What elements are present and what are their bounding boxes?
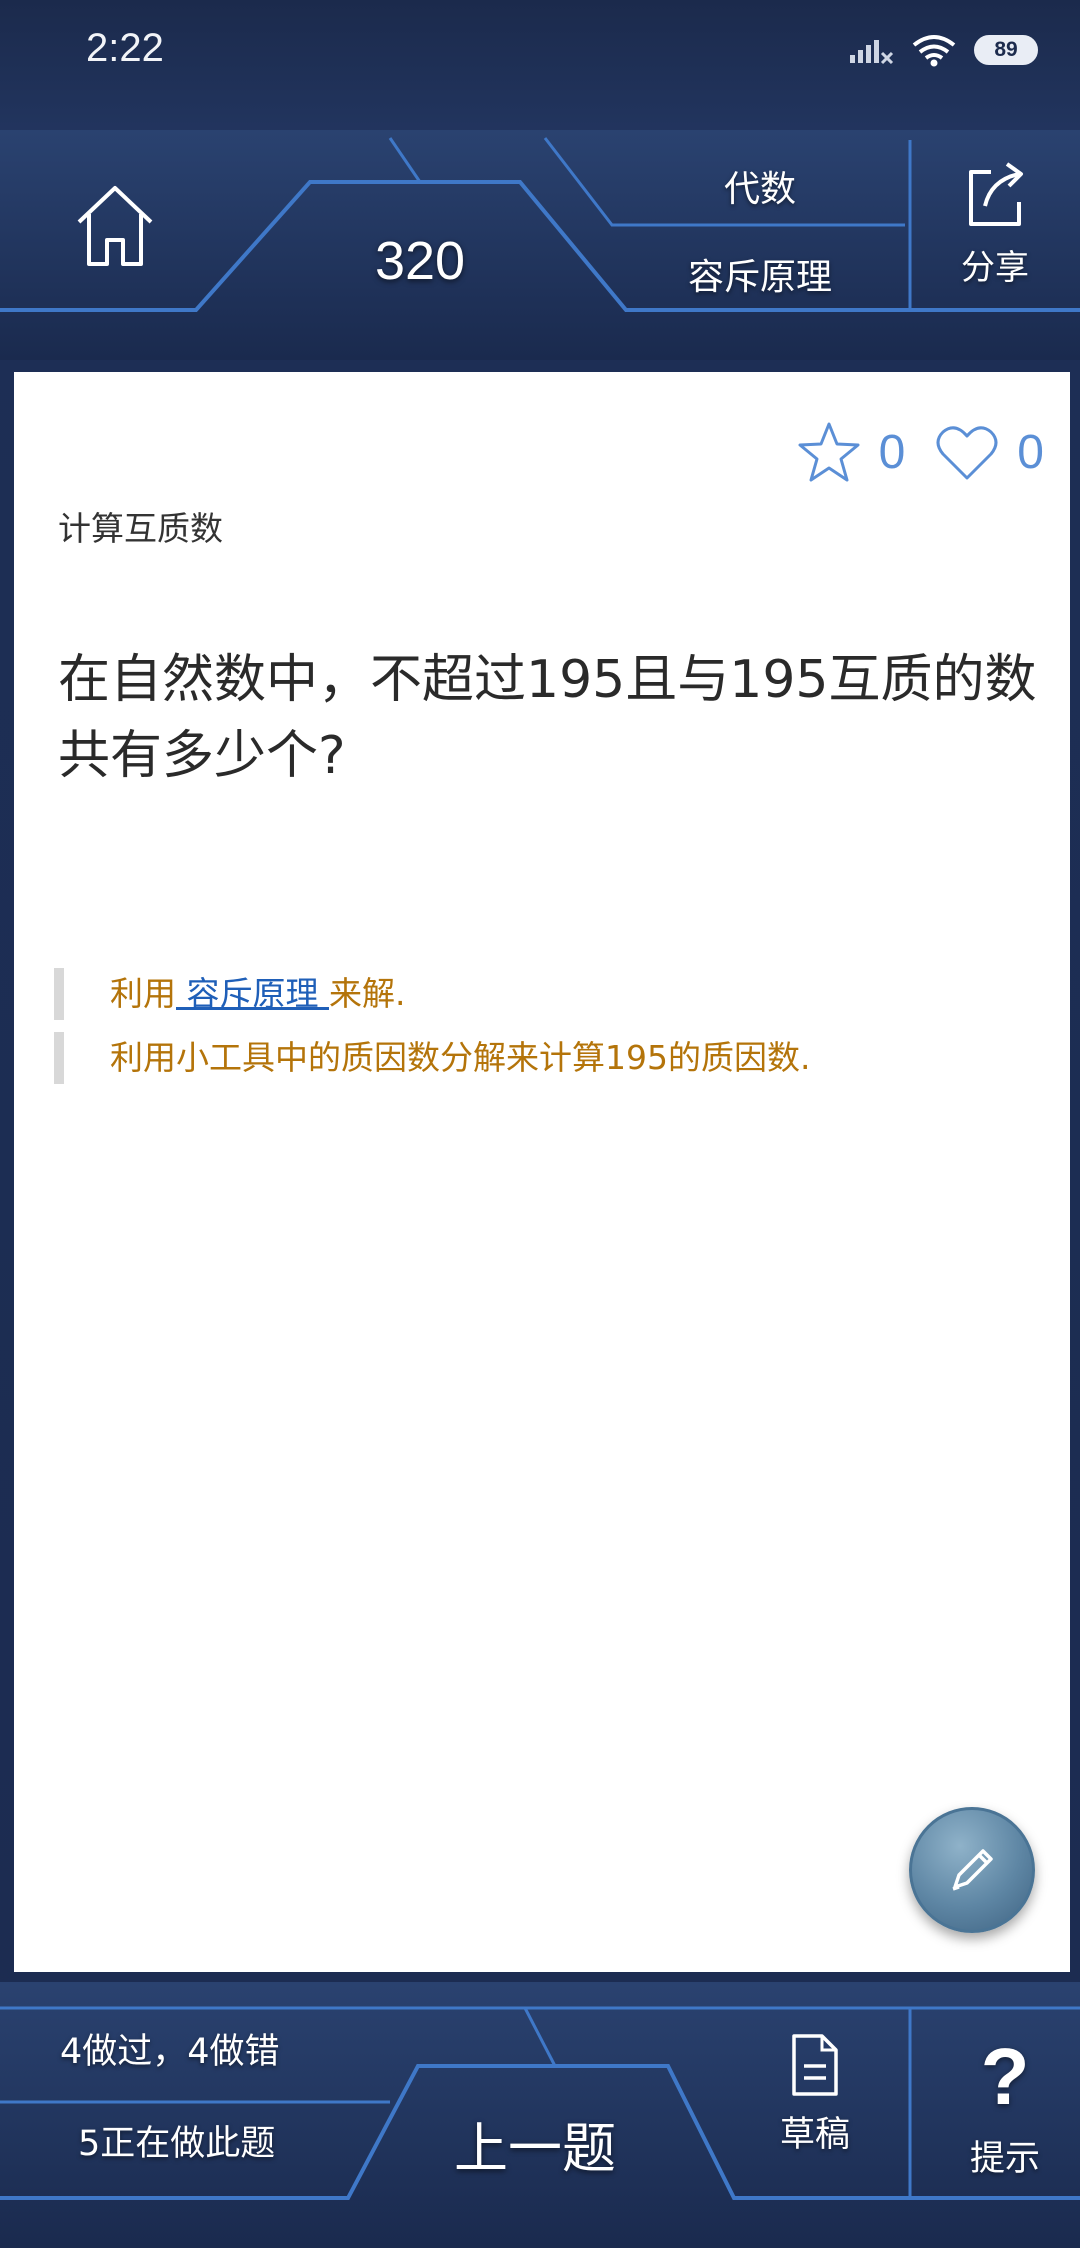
star-icon: [798, 422, 860, 482]
hint-button[interactable]: ? 提示: [935, 2032, 1075, 2192]
pencil-icon: [952, 1849, 993, 1891]
category-tag[interactable]: 代数: [620, 160, 900, 220]
favorite-counter[interactable]: 0: [797, 420, 906, 484]
edit-button[interactable]: [909, 1807, 1035, 1933]
document-icon: [792, 2034, 838, 2096]
question-mark-icon: ?: [980, 2032, 1030, 2121]
problem-card: 0 0 计算互质数 在自然数中，不超过195且与195互质的数共有多少个? 利用…: [14, 372, 1070, 1972]
hint-link-inclusion-exclusion[interactable]: 容斥原理: [176, 974, 329, 1013]
stat-active-count: 5正在做此题: [78, 2124, 276, 2164]
hint-item: 利用小工具中的质因数分解来计算195的质因数.: [54, 1032, 1044, 1084]
hint-prefix: 利用: [110, 974, 176, 1013]
status-icons: 89: [848, 30, 1038, 70]
share-icon: [969, 162, 1023, 226]
status-time: 2:22: [86, 26, 164, 70]
signal-icon: [850, 40, 894, 65]
counters: 0 0: [797, 412, 1044, 492]
hint-list: 利用 容斥原理 来解. 利用小工具中的质因数分解来计算195的质因数.: [54, 968, 1044, 1096]
top-header: 320 代数 容斥原理 分享: [0, 130, 1080, 360]
bottom-bar: 4做过，4做错 5正在做此题 上一题 草稿 ? 提示: [0, 1982, 1080, 2248]
like-counter[interactable]: 0: [935, 422, 1044, 482]
share-label: 分享: [961, 248, 1029, 288]
status-bar: 2:22 89: [0, 0, 1080, 110]
hint-suffix: 来解.: [328, 974, 406, 1013]
problem-subtitle: 计算互质数: [58, 509, 223, 548]
home-button[interactable]: [60, 170, 170, 280]
hint-item: 利用 容斥原理 来解.: [54, 968, 1044, 1020]
share-button[interactable]: 分享: [920, 160, 1070, 330]
hint-label: 提示: [969, 2139, 1040, 2179]
topic-tag[interactable]: 容斥原理: [620, 248, 900, 308]
stat-done-count: 4做过，4做错: [60, 2032, 280, 2072]
like-count: 0: [1017, 425, 1044, 479]
heart-icon: [936, 426, 998, 480]
favorite-count: 0: [878, 425, 906, 479]
problem-number: 320: [374, 231, 466, 291]
battery-indicator: 89: [974, 35, 1038, 65]
previous-question-button[interactable]: 上一题: [380, 2094, 690, 2204]
draft-button[interactable]: 草稿: [750, 2032, 880, 2192]
draft-label: 草稿: [779, 2115, 850, 2155]
wifi-icon: [912, 35, 956, 67]
home-icon: [77, 186, 153, 266]
problem-question: 在自然数中，不超过195且与195互质的数共有多少个?: [58, 650, 1037, 786]
hint-text: 利用小工具中的质因数分解来计算195的质因数.: [110, 1038, 811, 1077]
